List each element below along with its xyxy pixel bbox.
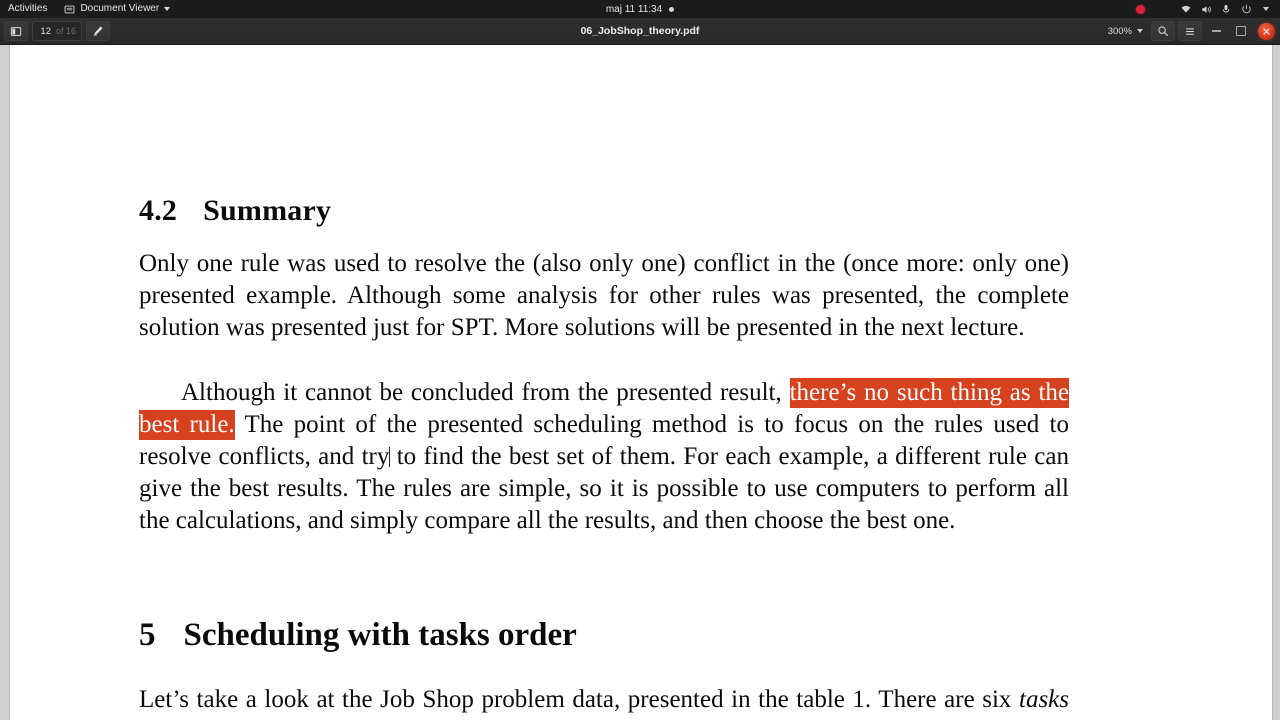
zoom-level-selector[interactable]: 300% <box>1103 22 1148 40</box>
paragraph-summary-2: Although it cannot be concluded from the… <box>139 377 1069 537</box>
app-menu-label: Document Viewer <box>80 3 160 14</box>
pdf-page[interactable]: 4.2 Summary Only one rule was used to res… <box>10 44 1272 720</box>
chevron-down-icon <box>1137 29 1143 33</box>
main-menu-button[interactable] <box>1178 21 1202 41</box>
wifi-icon[interactable] <box>1176 0 1196 18</box>
paragraph-summary-1: Only one rule was used to resolve the (a… <box>139 250 1069 341</box>
notification-dot <box>669 6 675 12</box>
top-bar-center: maj 11 11:34 <box>0 4 1280 15</box>
recording-dot-icon[interactable] <box>1130 0 1150 18</box>
heading-section-5: 5 Scheduling with tasks order <box>139 619 577 652</box>
header-left-controls: 12 of 16 <box>4 18 111 44</box>
close-button[interactable] <box>1258 22 1275 40</box>
document-icon <box>64 4 75 15</box>
maximize-icon <box>1236 26 1246 36</box>
paragraph-section-5-intro: Let’s take a look at the Job Shop proble… <box>139 684 1069 720</box>
sidebar-toggle-button[interactable] <box>4 21 28 41</box>
document-scroll-area[interactable]: 4.2 Summary Only one rule was used to res… <box>0 44 1280 720</box>
page-number-input[interactable]: 12 of 16 <box>32 21 83 41</box>
paragraph-3-text-a: Let’s take a look at the Job Shop proble… <box>139 686 1019 713</box>
heading-4-2-number: 4.2 <box>139 194 178 227</box>
annotate-highlighter-button[interactable] <box>86 21 111 41</box>
paragraph-2-text-before: Although it cannot be concluded from the… <box>181 379 790 406</box>
page-number-value: 12 <box>40 25 51 37</box>
heading-5-number: 5 <box>139 617 156 653</box>
clock-label: maj 11 11:34 <box>605 3 663 15</box>
maximize-button[interactable] <box>1230 20 1252 42</box>
microphone-icon[interactable] <box>1216 0 1236 18</box>
chevron-down-icon <box>164 7 171 11</box>
gnome-top-bar: Activities Document Viewer maj 11 11:34 <box>0 0 1280 18</box>
page-total-label: of 16 <box>56 26 77 36</box>
search-button[interactable] <box>1151 21 1175 41</box>
volume-icon[interactable] <box>1196 0 1216 18</box>
activities-button[interactable]: Activities <box>0 0 56 18</box>
power-icon[interactable] <box>1236 0 1256 18</box>
top-bar-left-group: Activities Document Viewer <box>0 0 178 18</box>
heading-4-2-title: Summary <box>203 194 332 227</box>
heading-5-title: Scheduling with tasks order <box>183 617 577 653</box>
minimize-button[interactable] <box>1205 20 1227 42</box>
zoom-level-value: 300% <box>1107 25 1132 37</box>
document-title: 06_JobShop_theory.pdf <box>580 25 700 37</box>
clock-button[interactable]: maj 11 11:34 <box>605 3 675 15</box>
close-icon <box>1263 27 1270 35</box>
document-viewer-header-bar: 12 of 16 06_JobShop_theory.pdf 300% <box>0 18 1280 45</box>
app-menu-button[interactable]: Document Viewer <box>56 0 178 18</box>
system-menu-chevron-down-icon[interactable] <box>1256 0 1276 18</box>
paragraph-3-emphasis: tasks <box>1019 686 1069 713</box>
minimize-icon <box>1211 30 1221 32</box>
heading-section-4-2: 4.2 Summary <box>139 196 331 226</box>
system-tray <box>1130 0 1280 18</box>
header-right-controls: 300% <box>1103 18 1278 44</box>
